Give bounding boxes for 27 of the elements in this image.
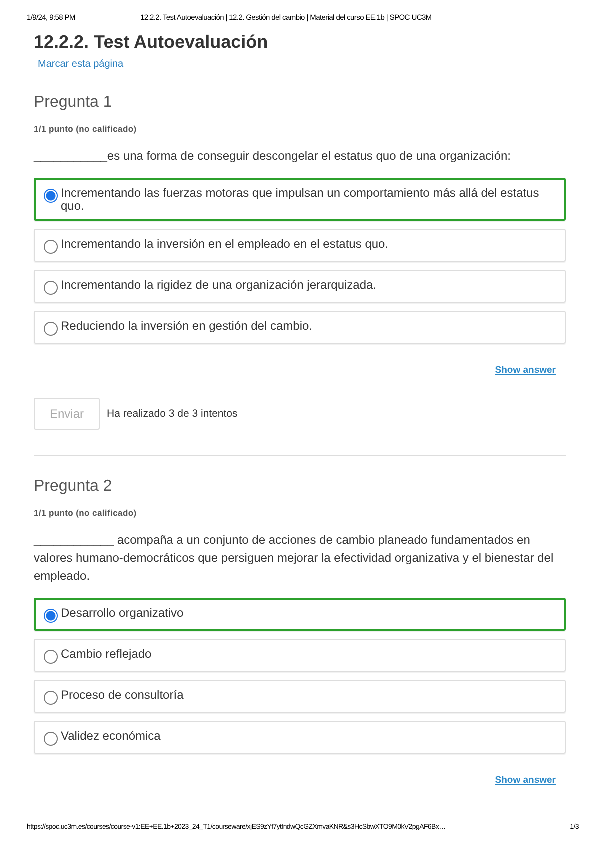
answer-option[interactable]: Desarrollo organizativo	[34, 598, 566, 631]
question-heading: Pregunta 1	[34, 94, 114, 112]
radio-button[interactable]	[44, 691, 58, 705]
radio-button[interactable]	[44, 732, 58, 746]
answer-option[interactable]: Incrementando la rigidez de una organización jerarquizada.	[34, 270, 566, 303]
radio-button[interactable]	[44, 281, 58, 295]
answer-option[interactable]: Incrementando las fuerzas motoras que impulsan un comportamiento más allá del estatus quo.	[34, 178, 566, 221]
answer-option[interactable]: Incrementando la inversión en el empleado en el estatus quo.	[34, 229, 566, 262]
radio-button[interactable]	[44, 322, 58, 336]
show-answer-link[interactable]: Show answer	[495, 365, 556, 376]
show-answer-link[interactable]: Show answer	[495, 775, 556, 786]
page-title: 12.2.2. Test Autoevaluación	[34, 32, 270, 53]
points-label: 1/1 punto (no calificado)	[34, 124, 138, 134]
answer-option[interactable]: Proceso de consultoría	[34, 680, 566, 713]
radio-button[interactable]	[44, 650, 58, 664]
bookmark-link[interactable]: Marcar esta página	[38, 59, 124, 70]
radio-button[interactable]	[44, 189, 58, 203]
question-text: ___________es una forma de conseguir descongelar el estatus quo de una organización:	[34, 148, 512, 165]
answer-option[interactable]: Cambio reflejado	[34, 639, 566, 672]
radio-button[interactable]	[44, 609, 58, 623]
attempts-text: Ha realizado 3 de 3 intentos	[107, 408, 238, 420]
question-heading: Pregunta 2	[34, 478, 114, 496]
question-text: ____________ acompaña a un conjunto de acciones de cambio planeado fundamentados en valores humano-democráticos que persiguen mejorar la efectividad organizativa y el bienestar del empleado.	[34, 532, 555, 585]
answer-option[interactable]: Reduciendo la inversión en gestión del cambio.	[34, 311, 566, 344]
points-label: 1/1 punto (no calificado)	[34, 508, 138, 518]
answer-option[interactable]: Validez económica	[34, 721, 566, 754]
radio-button[interactable]	[44, 240, 58, 254]
